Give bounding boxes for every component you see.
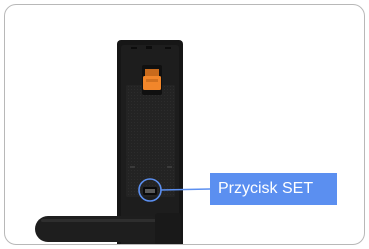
door-handle-icon: [35, 213, 181, 244]
door-lock-illustration: [35, 40, 211, 244]
battery-cover-icon: [143, 69, 161, 90]
callout-connector: [160, 188, 211, 191]
battery-compartment: [126, 85, 175, 157]
instruction-card: Przycisk SET: [4, 4, 365, 245]
set-button-icon: [143, 187, 157, 195]
set-button-callout-label: Przycisk SET: [210, 173, 337, 205]
